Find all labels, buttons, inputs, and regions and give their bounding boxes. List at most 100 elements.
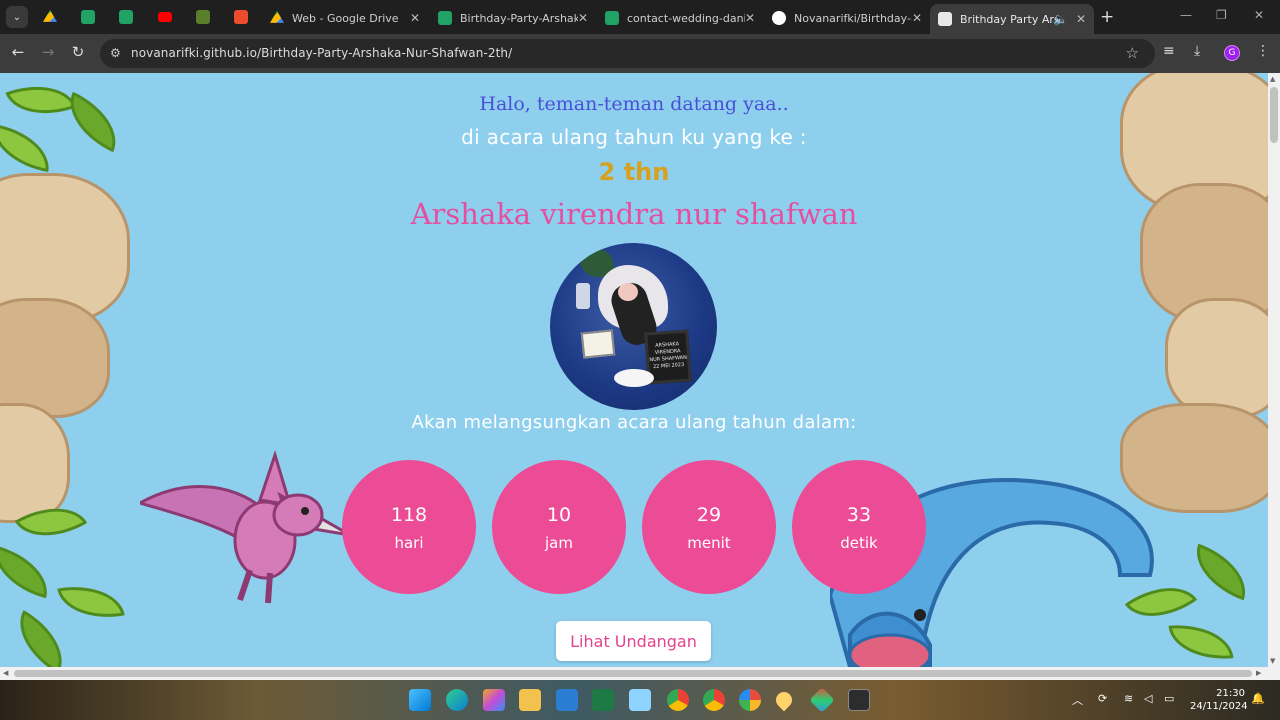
subtitle-text: di acara ulang tahun ku yang ke : bbox=[461, 125, 807, 149]
battery-icon[interactable]: ▭ bbox=[1164, 692, 1174, 705]
countdown-unit: jam bbox=[545, 534, 573, 552]
pinned-tab-app[interactable] bbox=[193, 7, 213, 27]
chrome-profile-icon[interactable] bbox=[703, 689, 725, 711]
google-sheets-icon bbox=[438, 11, 452, 25]
pinned-tab-sheets-2[interactable] bbox=[116, 7, 136, 27]
copilot-icon[interactable] bbox=[483, 689, 505, 711]
view-invitation-button[interactable]: Lihat Undangan bbox=[556, 621, 711, 661]
age-text: 2 thn bbox=[598, 158, 670, 186]
pinned-tab-shopee[interactable] bbox=[231, 7, 251, 27]
download-icon[interactable]: ⤓ bbox=[1194, 43, 1200, 59]
leaf-decoration bbox=[0, 545, 56, 599]
pinned-tab-sheets-1[interactable] bbox=[78, 7, 98, 27]
tab-github[interactable]: Novanarifki/Birthday-Pa ✕ bbox=[764, 4, 930, 32]
tab-title: contact-wedding-dani bbox=[627, 11, 745, 25]
tab-strip: ⌄ Web - Google Drive ✕ Birthday-Party-Ar… bbox=[0, 0, 1280, 34]
git-icon[interactable] bbox=[809, 687, 835, 713]
sync-icon[interactable]: ⟳ bbox=[1098, 692, 1107, 705]
clock-date: 24/11/2024 bbox=[1190, 701, 1248, 712]
countdown-unit: hari bbox=[394, 534, 424, 552]
greeting-text: Halo, teman-teman datang yaa.. bbox=[479, 93, 789, 115]
google-drive-icon bbox=[270, 11, 284, 23]
tab-birthday-sheet[interactable]: Birthday-Party-Arshaka-N ✕ bbox=[430, 4, 596, 32]
tab-title: Web - Google Drive bbox=[292, 11, 399, 25]
vertical-scrollbar[interactable]: ▲ ▼ bbox=[1268, 73, 1280, 667]
back-icon[interactable]: ← bbox=[8, 43, 28, 61]
google-sheets-icon bbox=[81, 10, 95, 24]
chrome-icon[interactable] bbox=[667, 689, 689, 711]
tab-title: Novanarifki/Birthday-Pa bbox=[794, 11, 912, 25]
edge-icon[interactable] bbox=[446, 689, 468, 711]
countdown-seconds: 33 detik bbox=[792, 460, 926, 594]
leaf-decoration bbox=[4, 610, 78, 667]
maximize-icon[interactable]: ❐ bbox=[1216, 8, 1227, 22]
countdown-value: 118 bbox=[390, 504, 428, 526]
tab-contact-wedding[interactable]: contact-wedding-dani ✕ bbox=[597, 4, 763, 32]
lantern-shape bbox=[576, 283, 590, 309]
scroll-up-icon[interactable]: ▲ bbox=[1270, 75, 1275, 83]
browser-toolbar: ← → ↻ ⚙ novanarifki.github.io/Birthday-P… bbox=[0, 34, 1280, 73]
close-icon[interactable]: ✕ bbox=[912, 11, 922, 25]
pinned-tab-youtube[interactable] bbox=[155, 7, 175, 27]
app-icon[interactable] bbox=[739, 689, 761, 711]
url-text[interactable]: novanarifki.github.io/Birthday-Party-Ars… bbox=[131, 46, 512, 60]
rock-decoration bbox=[0, 298, 110, 418]
notification-bell-icon[interactable]: 🔔 bbox=[1251, 692, 1265, 705]
vscode-icon[interactable] bbox=[556, 689, 578, 711]
close-icon[interactable]: ✕ bbox=[410, 11, 420, 25]
scroll-down-icon[interactable]: ▼ bbox=[1270, 657, 1275, 665]
scroll-left-icon[interactable]: ◀ bbox=[3, 669, 8, 677]
close-window-icon[interactable]: ✕ bbox=[1254, 8, 1264, 22]
close-icon[interactable]: ✕ bbox=[578, 11, 588, 25]
minimize-icon[interactable]: — bbox=[1180, 8, 1192, 22]
leaf-decoration bbox=[1185, 543, 1257, 601]
pinned-tab-drive[interactable] bbox=[40, 7, 60, 27]
countdown-unit: menit bbox=[687, 534, 731, 552]
pterodactyl-illustration bbox=[140, 450, 350, 604]
profile-avatar[interactable]: G bbox=[1224, 45, 1240, 61]
bookmark-star-icon[interactable]: ☆ bbox=[1126, 44, 1139, 62]
countdown-value: 29 bbox=[696, 504, 722, 526]
reload-icon[interactable]: ↻ bbox=[68, 43, 88, 61]
tab-google-drive[interactable]: Web - Google Drive ✕ bbox=[262, 4, 428, 32]
site-info-icon[interactable]: ⚙ bbox=[110, 46, 121, 60]
terminal-icon[interactable] bbox=[848, 689, 870, 711]
clock-time: 21:30 bbox=[1216, 688, 1245, 699]
shopee-icon bbox=[234, 10, 248, 24]
baby-face-shape bbox=[618, 283, 638, 301]
close-icon[interactable]: ✕ bbox=[745, 11, 755, 25]
tab-birthday-party-active[interactable]: Brithday Party Arsha 🔈 ✕ bbox=[930, 4, 1094, 34]
clock[interactable]: 21:30 24/11/2024 bbox=[1190, 687, 1248, 713]
google-sheets-icon bbox=[119, 10, 133, 24]
countdown-value: 33 bbox=[846, 504, 872, 526]
scroll-right-icon[interactable]: ▶ bbox=[1256, 669, 1261, 677]
baby-photo: ARSHAKA VIRENDRA NUR SHAFWAN 22 MEI 2023 bbox=[550, 243, 717, 410]
google-drive-icon bbox=[43, 10, 57, 22]
file-explorer-icon[interactable] bbox=[519, 689, 541, 711]
drop-icon[interactable] bbox=[772, 688, 796, 712]
github-icon bbox=[772, 11, 786, 25]
chevron-up-icon[interactable]: ︿ bbox=[1072, 692, 1083, 708]
media-control-icon[interactable]: ≡ bbox=[1163, 43, 1175, 59]
horizontal-scrollbar[interactable]: ◀ ▶ bbox=[0, 667, 1280, 680]
menu-kebab-icon[interactable]: ⋮ bbox=[1256, 43, 1270, 59]
windows-start-icon[interactable] bbox=[409, 689, 431, 711]
forward-icon[interactable]: → bbox=[38, 43, 58, 61]
youtube-icon bbox=[158, 12, 172, 22]
scrollbar-thumb[interactable] bbox=[1270, 87, 1278, 143]
new-tab-button[interactable]: + bbox=[1100, 7, 1114, 27]
notepad-icon[interactable] bbox=[629, 689, 651, 711]
volume-icon[interactable]: ◁ bbox=[1144, 692, 1152, 705]
app-icon bbox=[196, 10, 210, 24]
tab-search-chevron-icon[interactable]: ⌄ bbox=[6, 6, 28, 28]
countdown-label: Akan melangsungkan acara ulang tahun dal… bbox=[411, 412, 857, 433]
tab-title: Brithday Party Arsha bbox=[960, 12, 1056, 26]
excel-icon[interactable] bbox=[592, 689, 614, 711]
close-icon[interactable]: ✕ bbox=[1076, 12, 1086, 26]
page-viewport: Halo, teman-teman datang yaa.. di acara … bbox=[0, 73, 1268, 667]
scrollbar-thumb[interactable] bbox=[14, 670, 1252, 677]
leaf-decoration bbox=[1168, 620, 1234, 664]
audio-playing-icon[interactable]: 🔈 bbox=[1053, 12, 1068, 26]
wifi-icon[interactable]: ≋ bbox=[1124, 692, 1133, 705]
address-bar[interactable]: ⚙ novanarifki.github.io/Birthday-Party-A… bbox=[100, 39, 1155, 68]
